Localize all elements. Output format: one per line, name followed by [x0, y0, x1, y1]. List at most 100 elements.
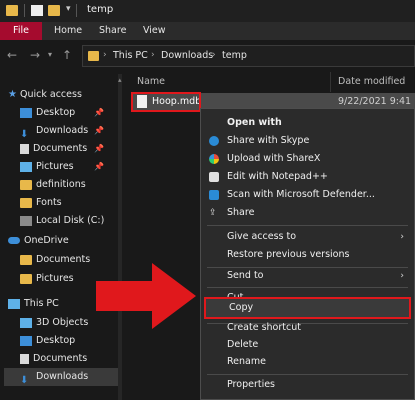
sidebar-item-desktop[interactable]: Desktop 📌 [20, 104, 118, 122]
sidebar-item-label: Quick access [20, 89, 82, 100]
sidebar-item-pc-downloads[interactable]: ⬇ Downloads [4, 368, 118, 386]
pin-icon: 📌 [94, 126, 104, 135]
tab-home[interactable]: Home [54, 22, 82, 40]
sidebar-item-quick-access[interactable]: ★ Quick access [8, 86, 82, 104]
sidebar-item-this-pc[interactable]: This PC [8, 295, 59, 313]
menu-item-share[interactable]: ⇪ Share [201, 204, 414, 222]
menu-item-delete[interactable]: Delete [201, 336, 414, 354]
sidebar-item-label: OneDrive [24, 235, 69, 246]
sidebar-item-label: Desktop [36, 335, 76, 346]
breadcrumb-temp[interactable]: temp [222, 50, 247, 61]
sidebar-item-label: Pictures [36, 161, 74, 172]
menu-item-copy[interactable]: Copy [204, 297, 411, 319]
folder-icon [6, 5, 18, 16]
menu-item-create-shortcut[interactable]: Create shortcut [201, 319, 414, 337]
menu-item-give-access[interactable]: Give access to › [201, 228, 414, 246]
menu-item-send-to[interactable]: Send to › [201, 267, 414, 285]
sidebar-item-label: Documents [33, 143, 88, 154]
menu-item-label: Send to [227, 270, 264, 281]
tab-share[interactable]: Share [99, 22, 126, 40]
column-header-date[interactable]: Date modified [338, 76, 405, 87]
sidebar-item-label: Documents [33, 353, 88, 364]
sidebar-item-label: Pictures [36, 273, 74, 284]
highlight-box [131, 92, 201, 112]
sharex-icon [209, 154, 219, 164]
sidebar-item-3d-objects[interactable]: 3D Objects [20, 314, 88, 332]
menu-item-label: Properties [227, 379, 276, 390]
folder-icon [20, 179, 32, 190]
properties-icon[interactable] [31, 5, 43, 16]
star-icon: ★ [8, 89, 17, 100]
menu-item-rename[interactable]: Rename [201, 353, 414, 371]
menu-item-edit-notepad[interactable]: Edit with Notepad++ [201, 168, 414, 186]
recent-locations-icon[interactable]: ▾ [48, 50, 52, 59]
share-icon: ⇪ [209, 208, 217, 218]
sidebar-item-label: Downloads [36, 125, 89, 136]
sidebar-item-pc-desktop[interactable]: Desktop [20, 332, 75, 350]
forward-icon[interactable]: → [30, 48, 40, 62]
pin-icon: 📌 [94, 162, 104, 171]
download-icon: ⬇ [20, 128, 29, 140]
menu-item-label: Delete [227, 339, 259, 350]
menu-item-label: Give access to [227, 231, 297, 242]
breadcrumb-separator: › [103, 50, 107, 60]
menu-item-share-with-skype[interactable]: Share with Skype [201, 132, 414, 150]
divider [24, 4, 25, 17]
chevron-down-icon[interactable]: ▾ [66, 4, 71, 14]
menu-item-scan-defender[interactable]: Scan with Microsoft Defender... [201, 186, 414, 204]
desktop-icon [20, 107, 32, 118]
sidebar-item-documents[interactable]: Documents 📌 [20, 140, 118, 158]
sidebar-item-pictures[interactable]: Pictures 📌 [20, 158, 118, 176]
sidebar-scrollbar[interactable] [118, 74, 122, 400]
menu-divider [207, 374, 408, 375]
menu-item-open-with[interactable]: Open with [201, 114, 414, 132]
menu-item-properties[interactable]: Properties [201, 376, 414, 394]
tab-view[interactable]: View [143, 22, 166, 40]
column-divider[interactable] [330, 72, 331, 92]
sidebar-item-label: Fonts [36, 197, 62, 208]
menu-item-restore-versions[interactable]: Restore previous versions [201, 246, 414, 264]
menu-item-label: Upload with ShareX [227, 153, 321, 164]
folder-icon [20, 254, 32, 265]
document-icon [20, 143, 29, 154]
sidebar-item-label: This PC [24, 298, 59, 309]
chevron-right-icon: › [400, 232, 404, 242]
cloud-icon [8, 237, 20, 244]
sidebar-item-onedrive[interactable]: OneDrive [8, 232, 69, 250]
breadcrumb-separator: › [151, 50, 155, 60]
sidebar-item-onedrive-documents[interactable]: Documents [20, 251, 90, 269]
back-icon[interactable]: ← [7, 48, 17, 62]
menu-item-label: Share [227, 207, 255, 218]
pictures-icon [20, 161, 32, 172]
menu-item-label: Open with [227, 117, 282, 128]
window-title: temp [87, 4, 114, 15]
sidebar-item-label: Documents [36, 254, 91, 265]
up-icon[interactable]: ↑ [62, 48, 72, 62]
tab-file[interactable]: File [0, 22, 42, 40]
new-folder-icon[interactable] [48, 5, 60, 16]
sidebar-item-local-disk[interactable]: Local Disk (C:) [20, 212, 104, 230]
column-header-name[interactable]: Name [137, 76, 165, 87]
sidebar-item-definitions[interactable]: definitions [20, 176, 86, 194]
sidebar-item-label: Desktop [36, 107, 76, 118]
cube-icon [20, 317, 32, 328]
notepad-icon [209, 172, 219, 182]
breadcrumb-this-pc[interactable]: This PC [113, 50, 148, 61]
sidebar-item-label: Downloads [36, 371, 89, 382]
folder-icon [20, 197, 32, 208]
desktop-icon [20, 335, 32, 346]
breadcrumb-separator: › [212, 50, 216, 60]
title-bar [0, 0, 415, 22]
scroll-up-icon[interactable]: ▴ [118, 76, 122, 84]
menu-item-upload-sharex[interactable]: Upload with ShareX [201, 150, 414, 168]
navigation-pane: ★ Quick access Desktop 📌 ⬇ Downloads 📌 Do… [0, 74, 118, 400]
sidebar-item-label: Local Disk (C:) [36, 215, 105, 226]
context-menu: Open with Share with Skype Upload with S… [200, 108, 415, 400]
arrow-icon [96, 263, 196, 329]
computer-icon [8, 298, 20, 309]
breadcrumb-downloads[interactable]: Downloads [161, 50, 213, 61]
sidebar-item-onedrive-pictures[interactable]: Pictures [20, 270, 74, 288]
sidebar-item-fonts[interactable]: Fonts [20, 194, 62, 212]
sidebar-item-pc-documents[interactable]: Documents [20, 350, 87, 368]
sidebar-item-downloads[interactable]: ⬇ Downloads 📌 [20, 122, 118, 140]
